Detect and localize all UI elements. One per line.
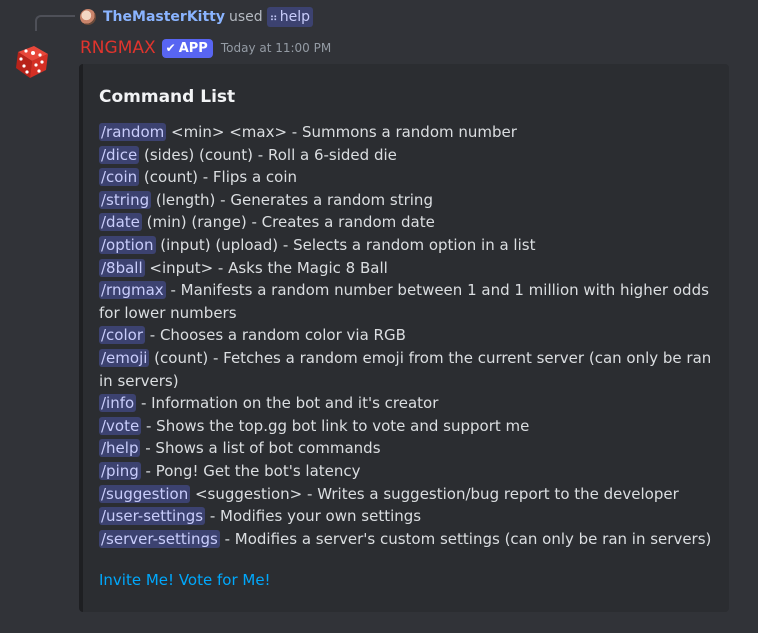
command-description: - Shows a list of bot commands (140, 439, 381, 458)
command-description: (min) (range) - Creates a random date (141, 213, 435, 232)
command-description: - Manifests a random number between 1 an… (99, 281, 709, 322)
list-item: /vote - Shows the top.gg bot link to vot… (99, 415, 719, 438)
message-timestamp: Today at 11:00 PM (220, 41, 332, 55)
command-chip[interactable]: /info (99, 394, 137, 413)
list-item: /option (input) (upload) - Selects a ran… (99, 234, 719, 257)
list-item: /color - Chooses a random color via RGB (99, 324, 719, 347)
app-badge: ✔ APP (161, 38, 213, 58)
list-item: /info - Information on the bot and it's … (99, 392, 719, 415)
command-list-embed: Command List /random <min> <max> - Summo… (79, 64, 729, 612)
app-badge-label: APP (178, 40, 208, 56)
list-item: /server-settings - Modifies a server's c… (99, 528, 719, 551)
command-chip[interactable]: /vote (99, 416, 142, 435)
list-item: /8ball <input> - Asks the Magic 8 Ball (99, 257, 719, 280)
discord-message: TheMasterKitty used ⠶ help RNGMAX ✔ APP (0, 0, 758, 633)
slash-command-icon: ⠶ (269, 10, 278, 24)
reply-command-name: help (279, 9, 310, 25)
command-description: <min> <max> - Summons a random number (166, 123, 517, 141)
check-icon: ✔ (165, 41, 176, 55)
command-description: - Modifies your own settings (205, 507, 422, 526)
list-item: /random <min> <max> - Summons a random n… (99, 121, 719, 144)
command-list: /random <min> <max> - Summons a random n… (99, 121, 719, 550)
command-chip[interactable]: /rngmax (99, 281, 166, 300)
command-description: - Modifies a server's custom settings (c… (219, 529, 712, 548)
reply-spine (35, 15, 75, 31)
command-description: - Shows the top.gg bot link to vote and … (141, 416, 530, 435)
list-item: /suggestion <suggestion> - Writes a sugg… (99, 483, 719, 506)
command-chip[interactable]: /coin (99, 168, 140, 187)
command-chip[interactable]: /color (99, 326, 145, 345)
reply-username[interactable]: TheMasterKitty (103, 9, 225, 25)
list-item: /user-settings - Modifies your own setti… (99, 505, 719, 528)
list-item: /date (min) (range) - Creates a random d… (99, 211, 719, 234)
command-chip[interactable]: /suggestion (99, 484, 191, 503)
invite-link[interactable]: Invite Me! (99, 571, 174, 589)
reply-used-text: used (228, 9, 263, 25)
embed-title: Command List (99, 87, 236, 107)
command-chip[interactable]: /random (99, 123, 167, 141)
command-chip[interactable]: /date (99, 213, 142, 232)
command-description: (count) - Flips a coin (139, 168, 298, 187)
command-description: - Information on the bot and it's creato… (136, 394, 439, 413)
command-chip[interactable]: /8ball (99, 258, 145, 277)
list-item: /coin (count) - Flips a coin (99, 166, 719, 189)
list-item: /rngmax - Manifests a random number betw… (99, 279, 719, 324)
message-header: RNGMAX ✔ APP Today at 11:00 PM (80, 36, 331, 60)
command-chip[interactable]: /server-settings (99, 529, 220, 548)
reply-user-avatar[interactable] (80, 9, 96, 25)
reply-context[interactable]: TheMasterKitty used ⠶ help (80, 6, 313, 28)
command-description: - Chooses a random color via RGB (145, 326, 406, 345)
bot-username[interactable]: RNGMAX (80, 38, 156, 58)
command-chip[interactable]: /help (99, 439, 141, 458)
list-item: /dice (sides) (count) - Roll a 6-sided d… (99, 144, 719, 167)
list-item: /ping - Pong! Get the bot's latency (99, 460, 719, 483)
command-description: (count) - Fetches a random emoji from th… (99, 348, 712, 390)
list-item: /help - Shows a list of bot commands (99, 437, 719, 460)
list-item: /emoji (count) - Fetches a random emoji … (99, 347, 719, 392)
command-chip[interactable]: /string (99, 190, 152, 209)
command-description: (sides) (count) - Roll a 6-sided die (139, 145, 397, 164)
command-chip[interactable]: /option (99, 235, 156, 254)
command-chip[interactable]: /ping (99, 461, 141, 480)
command-chip[interactable]: /user-settings (99, 507, 206, 526)
vote-link[interactable]: Vote for Me! (179, 571, 271, 589)
command-chip[interactable]: /emoji (99, 348, 150, 367)
command-description: <input> - Asks the Magic 8 Ball (144, 258, 388, 277)
command-description: (length) - Generates a random string (151, 190, 433, 209)
command-chip[interactable]: /dice (99, 145, 140, 164)
command-description: (input) (upload) - Selects a random opti… (155, 235, 536, 254)
command-description: <suggestion> - Writes a suggestion/bug r… (190, 484, 679, 503)
red-dice-icon[interactable] (12, 40, 52, 80)
embed-links: Invite Me! Vote for Me! (99, 571, 271, 589)
command-description: - Pong! Get the bot's latency (140, 461, 361, 480)
reply-command-chip[interactable]: ⠶ help (266, 7, 313, 27)
list-item: /string (length) - Generates a random st… (99, 189, 719, 212)
